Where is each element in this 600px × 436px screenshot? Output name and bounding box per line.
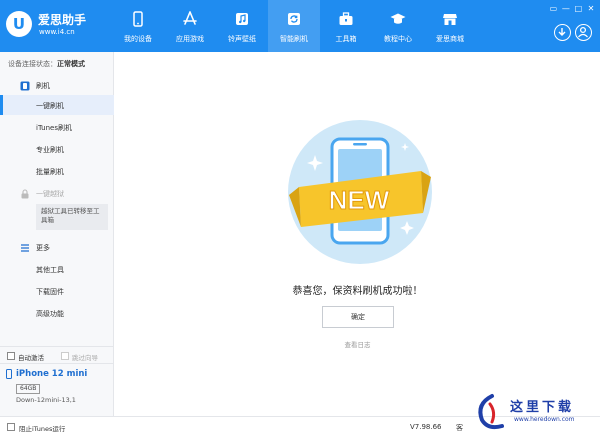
app-logo[interactable]: U 爱思助手 www.i4.cn [6, 9, 106, 43]
sidebar-item-label: iTunes刷机 [36, 124, 72, 132]
nav-label: 教程中心 [384, 35, 412, 43]
section-flash-label: 刷机 [36, 82, 50, 90]
auto-activate-checkbox[interactable] [7, 352, 15, 360]
user-icon [578, 26, 588, 38]
device-name: iPhone 12 mini [16, 369, 88, 379]
section-jailbreak: 一键越狱 [0, 186, 114, 202]
watermark-title: 这里下载 [510, 400, 575, 415]
sidebar-item-other-tools[interactable]: 其他工具 [0, 259, 114, 279]
sidebar-item-label: 一键刷机 [36, 102, 64, 110]
section-jailbreak-label: 一键越狱 [36, 190, 64, 198]
section-flash: 刷机 [0, 78, 114, 94]
feedback-button[interactable]: 客 [456, 423, 463, 433]
device-phone-icon [6, 369, 12, 379]
sidebar-item-batch-flash[interactable]: 批量刷机 [0, 161, 114, 181]
watermark-logo-icon [478, 394, 504, 430]
nav-smart-flash[interactable]: 智能刷机 [268, 0, 320, 52]
device-storage-badge: 64GB [16, 384, 41, 394]
nav-tutorials[interactable]: 教程中心 [372, 0, 424, 52]
new-badge-text: NEW [329, 185, 390, 215]
window-close-button[interactable]: ✕ [586, 4, 596, 13]
nav-toolbox[interactable]: 工具箱 [320, 0, 372, 52]
flash-section-icon [20, 81, 30, 91]
account-button[interactable] [575, 24, 592, 41]
main-panel: NEW 恭喜您，保资料刷机成功啦！ 确定 查看日志 [115, 52, 600, 416]
sidebar-item-label: 高级功能 [36, 310, 64, 318]
app-store-icon [183, 11, 197, 25]
sidebar-item-download-firmware[interactable]: 下载固件 [0, 281, 114, 301]
app-version: V7.98.66 [410, 423, 442, 431]
phone-icon [133, 11, 143, 27]
auto-activate-label: 自动激活 [18, 354, 44, 362]
window-minimize-to-tray-button[interactable]: ▭ [548, 4, 558, 13]
sidebar-item-advanced[interactable]: 高级功能 [0, 303, 114, 323]
nav-label: 铃声壁纸 [228, 35, 256, 43]
skip-guide-checkbox[interactable] [61, 352, 69, 360]
nav-my-device[interactable]: 我的设备 [112, 0, 164, 52]
menu-icon [21, 244, 29, 252]
sidebar-item-itunes-flash[interactable]: iTunes刷机 [0, 117, 114, 137]
window-controls: ▭ — □ ✕ [548, 4, 596, 13]
sidebar: 设备连接状态：正常模式 刷机 一键刷机 iTunes刷机 专业刷机 批量刷机 一… [0, 52, 114, 416]
nav-label: 爱思商城 [436, 35, 464, 43]
section-more-label: 更多 [36, 244, 50, 252]
status-label: 设备连接状态： [8, 60, 57, 68]
watermark-url: www.heredown.com [514, 416, 575, 423]
skip-guide-label: 跳过向导 [72, 354, 98, 362]
sidebar-item-one-click-flash[interactable]: 一键刷机 [0, 95, 114, 115]
block-itunes-label: 阻止iTunes运行 [19, 425, 66, 433]
device-info: iPhone 12 mini 64GB Down-12mini-13,1 [0, 364, 114, 416]
nav-label: 我的设备 [124, 35, 152, 43]
success-message: 恭喜您，保资料刷机成功啦！ [292, 286, 423, 297]
window-minimize-button[interactable]: — [561, 4, 571, 13]
nav-label: 应用游戏 [176, 35, 204, 43]
sidebar-item-label: 专业刷机 [36, 146, 64, 154]
flash-success-illustration: NEW [288, 120, 432, 264]
nav-label: 智能刷机 [280, 35, 308, 43]
refresh-icon [288, 13, 300, 25]
app-url: www.i4.cn [39, 28, 75, 36]
ok-button[interactable]: 确定 [322, 306, 394, 328]
flash-options: 自动激活 跳过向导 [0, 346, 114, 364]
block-itunes-checkbox[interactable] [7, 423, 15, 431]
view-log-link[interactable]: 查看日志 [115, 339, 600, 349]
toolbox-icon [339, 12, 353, 25]
app-name: 爱思助手 [38, 13, 87, 27]
status-value: 正常模式 [57, 60, 85, 68]
top-bar: U 爱思助手 www.i4.cn 我的设备 应用游戏 铃声壁纸 智能刷机 工具箱… [0, 0, 600, 52]
music-icon [236, 13, 248, 25]
device-model: Down-12mini-13,1 [16, 396, 76, 404]
graduation-cap-icon [390, 13, 406, 24]
nav-apps-games[interactable]: 应用游戏 [164, 0, 216, 52]
logo-mark-icon: U [6, 11, 32, 37]
section-more: 更多 [0, 240, 114, 256]
sidebar-item-label: 批量刷机 [36, 168, 64, 176]
connection-status: 设备连接状态：正常模式 [8, 59, 85, 69]
site-watermark: 这里下载 www.heredown.com [470, 390, 600, 436]
download-icon [558, 28, 566, 36]
store-icon [443, 14, 457, 25]
nav-store[interactable]: 爱思商城 [424, 0, 476, 52]
sidebar-item-label: 其他工具 [36, 266, 64, 274]
jailbreak-moved-note: 越狱工具已转移至工具箱 [36, 204, 108, 230]
sidebar-item-pro-flash[interactable]: 专业刷机 [0, 139, 114, 159]
lock-icon [21, 189, 29, 199]
download-button[interactable] [554, 24, 571, 41]
nav-ringtones-wallpapers[interactable]: 铃声壁纸 [216, 0, 268, 52]
sidebar-item-label: 下载固件 [36, 288, 64, 296]
nav-label: 工具箱 [335, 35, 357, 43]
window-maximize-button[interactable]: □ [573, 4, 583, 13]
